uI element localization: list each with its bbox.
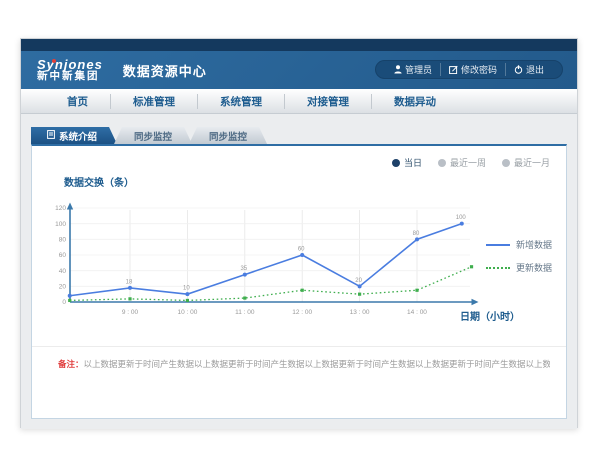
app-window: Synjones 新中新集团 数据资源中心 管理员 修改密码 退出 [20,38,578,428]
nav-item-interface-mgmt[interactable]: 对接管理 [284,94,371,109]
logo-accent-dot [52,59,56,63]
svg-text:13 : 00: 13 : 00 [350,309,370,316]
radio-unselected-dot [502,159,510,167]
chart-panel: 当日 最近一周 最近一月 数据交换（条） 0 20 40 60 80 100 120 9 : … [31,144,567,419]
svg-text:80: 80 [413,231,420,237]
user-toolbar: 管理员 修改密码 退出 [375,60,563,79]
y-axis-title: 数据交换（条） [64,174,134,189]
time-range-radios: 当日 最近一周 最近一月 [392,156,550,169]
change-password-button[interactable]: 修改密码 [440,63,505,76]
footnote: 备注：以上数据更新于时间产生数据以上数据更新于时间产生数据以上数据更新于时间产生… [58,358,550,370]
svg-text:9 : 00: 9 : 00 [122,309,139,316]
radio-today[interactable]: 当日 [392,156,422,169]
radio-label: 当日 [404,156,422,169]
power-icon [514,65,523,74]
legend-label: 更新数据 [516,261,552,274]
legend-label: 新增数据 [516,238,552,251]
radio-label: 最近一月 [514,156,550,169]
logout-label: 退出 [526,63,544,76]
radio-last-week[interactable]: 最近一周 [438,156,486,169]
svg-text:40: 40 [59,268,67,275]
svg-text:14 : 00: 14 : 00 [407,309,427,316]
chart-wrap: 0 20 40 60 80 100 120 9 : 00 10 : 00 11 : 00 12 : … [40,201,490,336]
svg-text:10 : 00: 10 : 00 [177,309,197,316]
exchange-line-chart: 0 20 40 60 80 100 120 9 : 00 10 : 00 11 : 00 12 : … [40,201,490,331]
company-logo: Synjones 新中新集团 [37,58,103,83]
svg-text:100: 100 [456,215,467,221]
svg-text:35: 35 [240,266,247,272]
content-area: 系统介绍 同步监控 同步监控 当日 最近一周 [21,114,577,429]
current-user-button[interactable]: 管理员 [386,63,440,76]
tab-sync-monitor-1[interactable]: 同步监控 [114,127,192,144]
svg-text:18: 18 [126,279,133,285]
tab-label: 系统介绍 [59,129,97,143]
tab-label: 同步监控 [209,129,247,143]
change-password-label: 修改密码 [461,63,497,76]
svg-text:100: 100 [55,221,66,228]
radio-selected-dot [392,159,400,167]
radio-unselected-dot [438,159,446,167]
svg-text:11 : 00: 11 : 00 [235,309,255,316]
solid-line-sample [486,244,510,246]
nav-item-data-change[interactable]: 数据异动 [371,94,458,109]
tab-sync-monitor-2[interactable]: 同步监控 [189,127,267,144]
svg-text:120: 120 [55,205,66,212]
tab-label: 同步监控 [134,129,172,143]
nav-item-home[interactable]: 首页 [45,94,110,109]
svg-text:60: 60 [298,247,305,253]
logout-button[interactable]: 退出 [505,63,552,76]
svg-text:80: 80 [59,237,67,244]
edit-icon [449,65,458,74]
svg-text:12 : 00: 12 : 00 [292,309,312,316]
app-header: Synjones 新中新集团 数据资源中心 管理员 修改密码 退出 [21,51,577,89]
top-strip [21,39,577,51]
footnote-label: 备注： [58,359,84,369]
x-axis-title: 日期（小时） [460,308,520,323]
svg-text:20: 20 [355,278,362,284]
legend-update-data: 更新数据 [486,261,552,274]
legend-new-data: 新增数据 [486,238,552,251]
footnote-text: 以上数据更新于时间产生数据以上数据更新于时间产生数据以上数据更新于时间产生数据以… [84,359,550,369]
dotted-line-sample [486,267,510,269]
user-icon [394,65,402,74]
nav-item-standard-mgmt[interactable]: 标准管理 [110,94,197,109]
page-title: 数据资源中心 [123,61,207,80]
svg-text:60: 60 [59,252,67,259]
chart-legend: 新增数据 更新数据 [486,238,552,274]
svg-text:10: 10 [183,286,190,292]
svg-text:20: 20 [59,284,67,291]
user-name: 管理员 [405,63,432,76]
tab-system-intro[interactable]: 系统介绍 [31,127,117,144]
note-divider [32,346,566,347]
tab-bar: 系统介绍 同步监控 同步监控 [31,127,267,144]
nav-item-system-mgmt[interactable]: 系统管理 [197,94,284,109]
radio-label: 最近一周 [450,156,486,169]
document-icon [47,130,55,142]
main-nav: 首页 标准管理 系统管理 对接管理 数据异动 [21,89,577,114]
radio-last-month[interactable]: 最近一月 [502,156,550,169]
logo-subtitle: 新中新集团 [37,71,103,82]
svg-text:0: 0 [62,299,66,306]
